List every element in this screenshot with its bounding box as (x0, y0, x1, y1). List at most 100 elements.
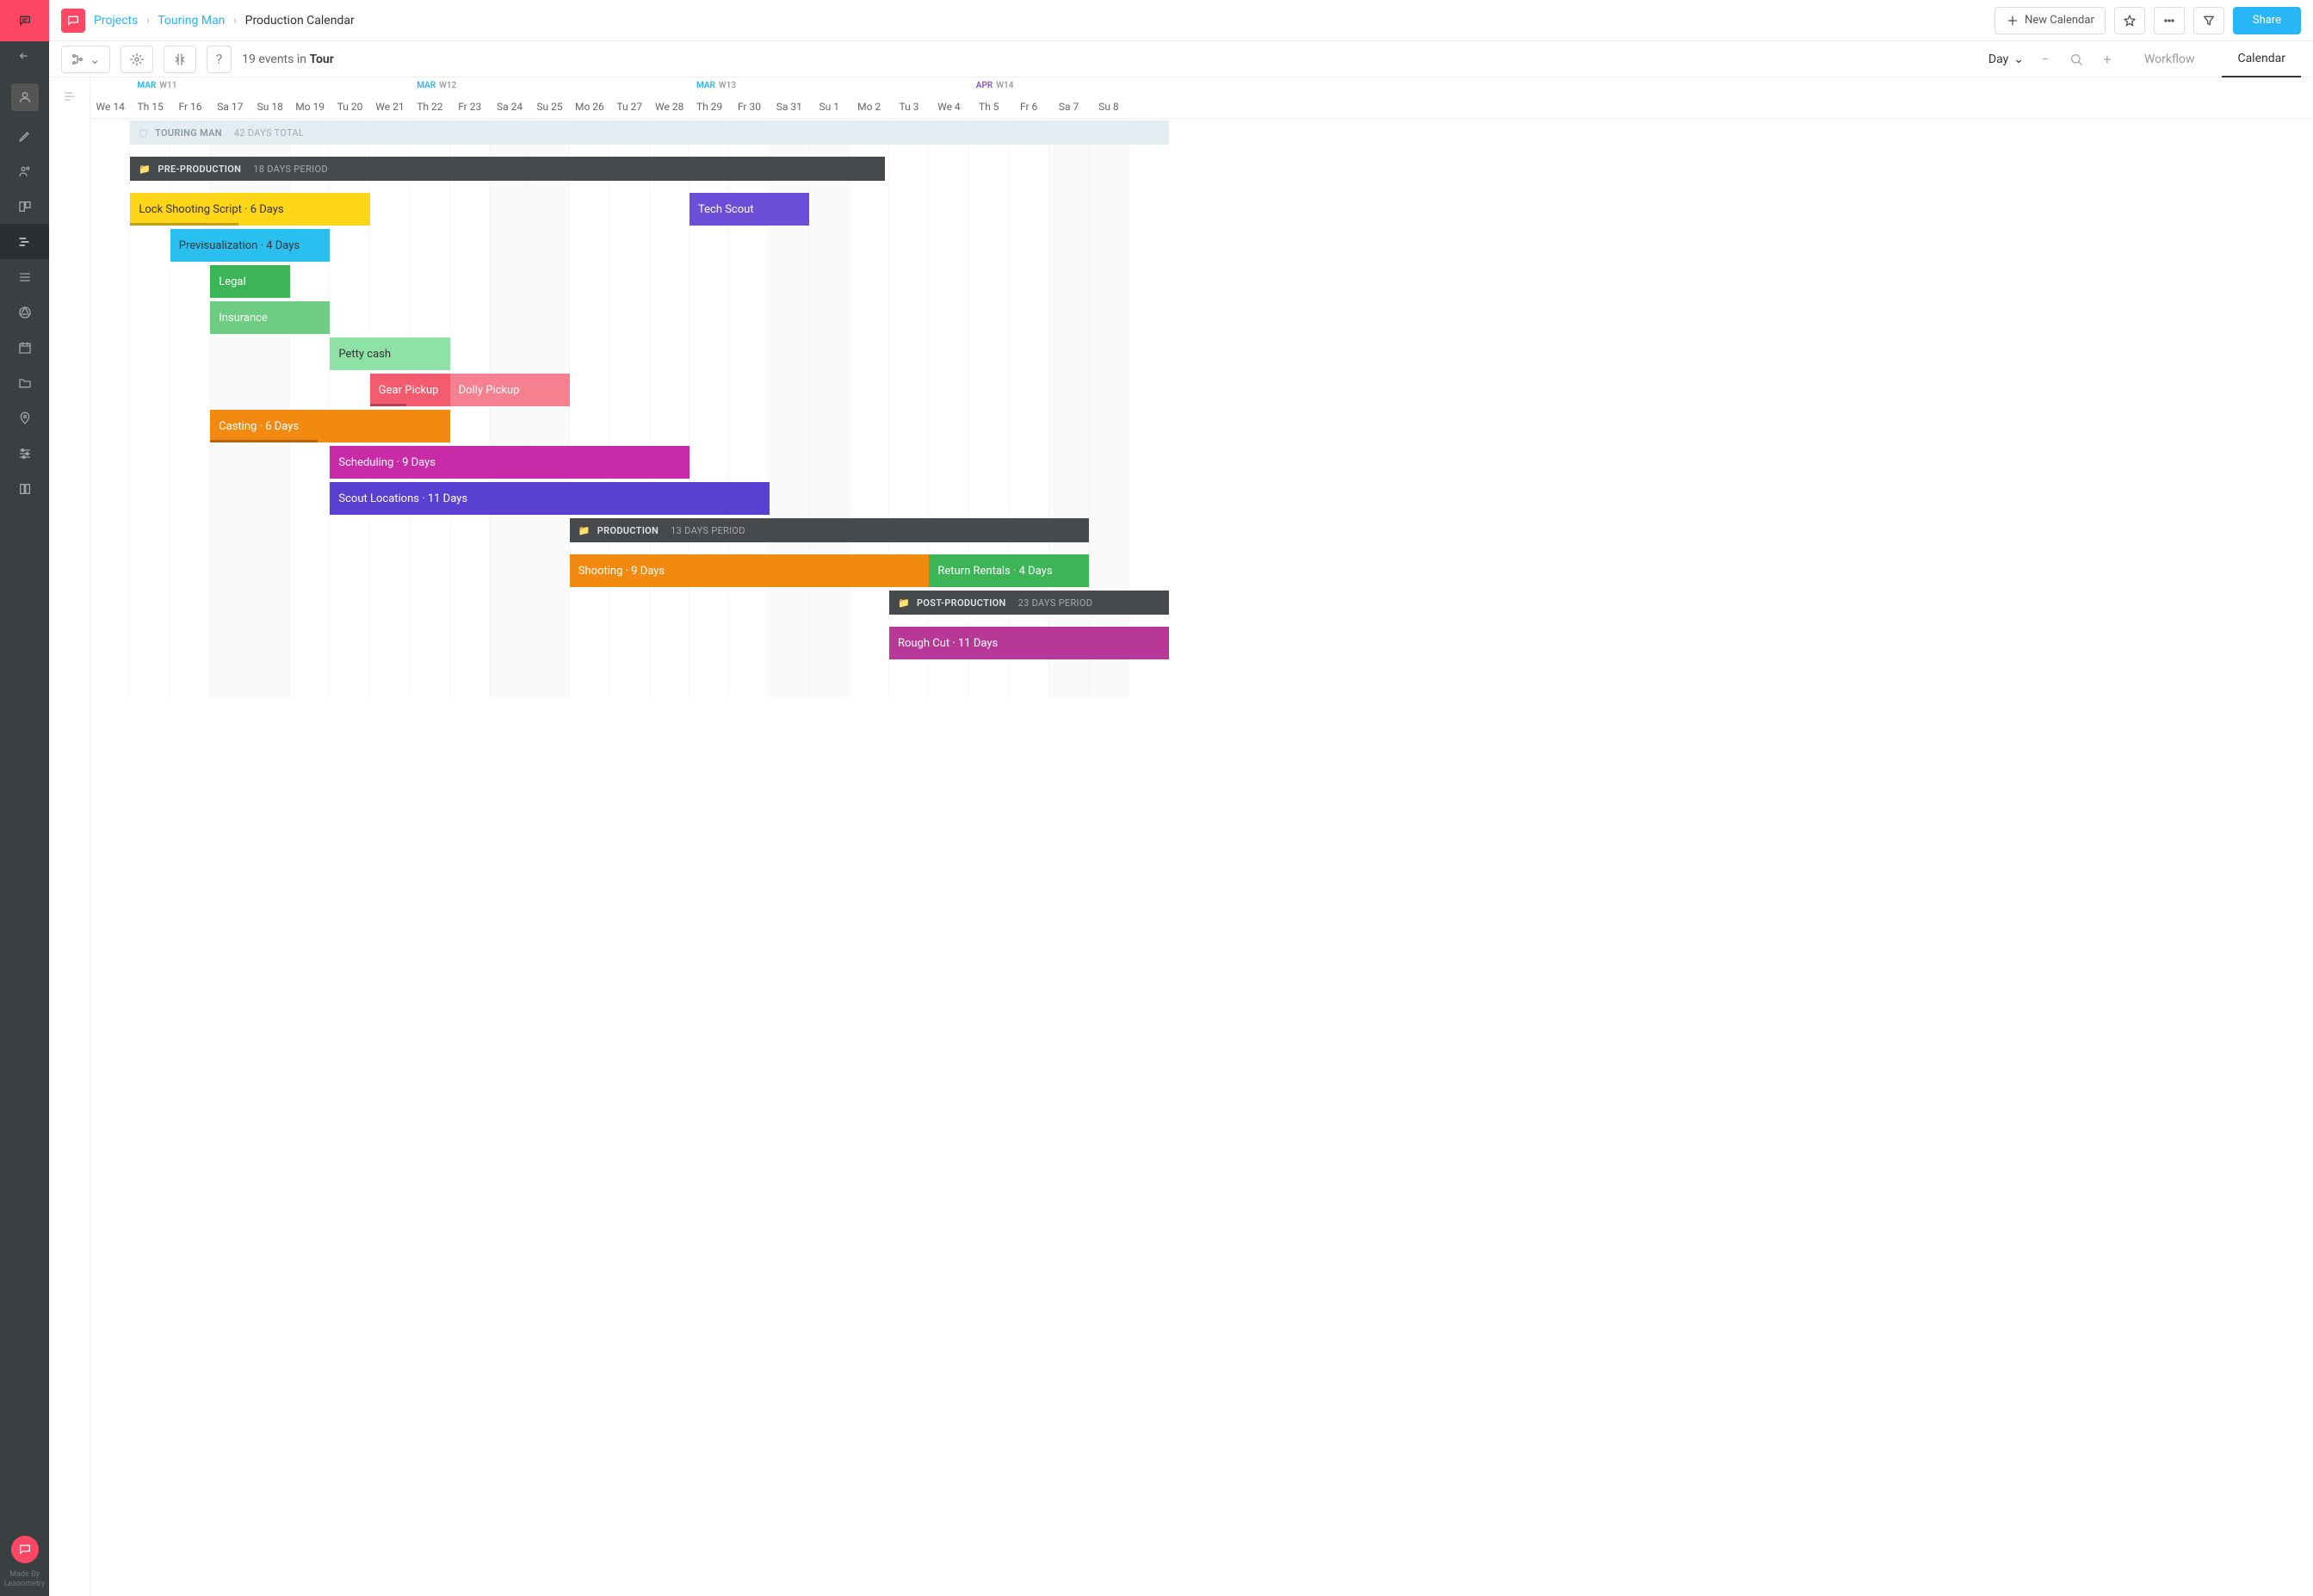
day-header: Tu 27 (609, 77, 649, 118)
day-selector[interactable]: Day ⌄ (1988, 53, 2024, 66)
day-column (809, 119, 849, 697)
week-label: MARW11 (137, 81, 176, 90)
day-header: Su 25 (529, 77, 569, 118)
day-header: We 4 (929, 77, 968, 118)
day-header: Fr 6 (1009, 77, 1048, 118)
week-label: MARW13 (696, 81, 736, 90)
more-button[interactable] (2154, 7, 2185, 34)
phase-bar[interactable]: 📁PRODUCTION13 DAYS PERIOD (570, 518, 1089, 542)
day-column (650, 119, 690, 697)
event-bar[interactable]: Scout Locations · 11 Days (330, 482, 769, 515)
event-bar[interactable]: Return Rentals · 4 Days (929, 554, 1089, 587)
chevron-right-icon: › (233, 14, 237, 28)
location-icon[interactable] (0, 400, 49, 436)
day-column (490, 119, 529, 697)
phase-bar[interactable]: 📁PRE-PRODUCTION18 DAYS PERIOD (130, 157, 885, 181)
edit-icon[interactable] (0, 118, 49, 153)
summary-bar[interactable]: ▢TOURING MAN42 DAYS TOTAL (130, 121, 1168, 145)
day-header: Sa 24 (490, 77, 529, 118)
chevron-right-icon: › (146, 14, 150, 28)
timeline-header: MARW11MARW12MARW13APRW14We 14Th 15Fr 16S… (90, 77, 2313, 119)
star-button[interactable] (2114, 7, 2145, 34)
event-bar[interactable]: Tech Scout (690, 193, 809, 226)
zoom-reset-button[interactable] (2067, 53, 2086, 66)
day-header: Sa 31 (770, 77, 809, 118)
event-bar[interactable]: Rough Cut · 11 Days (889, 627, 1169, 659)
event-bar[interactable]: Petty cash (330, 337, 449, 370)
calendar-icon[interactable] (0, 330, 49, 365)
day-column (450, 119, 490, 697)
week-label: MARW12 (417, 81, 456, 90)
breadcrumb-project[interactable]: Touring Man (158, 14, 225, 28)
day-column (529, 119, 569, 697)
event-bar[interactable]: Previsualization · 4 Days (170, 229, 331, 262)
event-bar[interactable]: Insurance (210, 301, 330, 334)
aperture-icon[interactable] (0, 294, 49, 330)
gantt-body: ▢TOURING MAN42 DAYS TOTAL 📁PRE-PRODUCTION… (90, 119, 2313, 697)
event-bar[interactable]: Legal (210, 265, 290, 298)
day-header: Su 8 (1089, 77, 1129, 118)
day-header: We 21 (370, 77, 410, 118)
sliders-icon[interactable] (0, 436, 49, 471)
zoom-in-button[interactable]: + (2098, 51, 2117, 67)
book-icon[interactable] (0, 471, 49, 506)
new-calendar-label: New Calendar (2025, 14, 2094, 27)
day-column (370, 119, 410, 697)
day-header: Tu 3 (889, 77, 929, 118)
day-header: Sa 7 (1048, 77, 1088, 118)
day-column (850, 119, 889, 697)
event-bar[interactable]: Casting · 6 Days (210, 410, 449, 442)
project-icon[interactable] (61, 9, 85, 33)
day-header: Mo 2 (849, 77, 888, 118)
timeline-icon[interactable] (0, 224, 49, 259)
folder-icon[interactable] (0, 365, 49, 400)
day-header: Sa 17 (210, 77, 250, 118)
avatar[interactable] (11, 84, 39, 111)
collapse-button[interactable] (164, 46, 196, 73)
event-bar[interactable]: Dolly Pickup (450, 374, 570, 406)
day-column (410, 119, 449, 697)
event-bar[interactable]: Gear Pickup (370, 374, 450, 406)
help-button[interactable]: ? (207, 46, 232, 73)
hierarchy-button[interactable]: ⌄ (61, 46, 110, 73)
event-bar[interactable]: Scheduling · 9 Days (330, 446, 690, 479)
toolbar: ⌄ ? 19 events in Tour Day ⌄ − + Workflow… (49, 41, 2313, 77)
event-bar[interactable]: Shooting · 9 Days (570, 554, 930, 587)
zoom-out-button[interactable]: − (2036, 51, 2055, 67)
timeline[interactable]: MARW11MARW12MARW13APRW14We 14Th 15Fr 16S… (90, 77, 2313, 1596)
left-rail: Made ByLeanometry (0, 0, 49, 1596)
day-header: Su 1 (809, 77, 849, 118)
board-icon[interactable] (0, 189, 49, 224)
share-label: Share (2253, 14, 2281, 27)
day-header: We 28 (649, 77, 689, 118)
tab-workflow[interactable]: Workflow (2129, 41, 2211, 77)
day-header: Tu 20 (330, 77, 369, 118)
day-header: Su 18 (250, 77, 290, 118)
day-column (570, 119, 609, 697)
filter-button[interactable] (2193, 7, 2224, 34)
chat-icon[interactable] (11, 1536, 39, 1563)
logo[interactable] (0, 0, 49, 41)
day-column (90, 119, 130, 697)
tab-calendar[interactable]: Calendar (2222, 41, 2301, 77)
chevron-down-icon: ⌄ (90, 52, 101, 67)
breadcrumb-projects[interactable]: Projects (94, 14, 138, 28)
day-column (609, 119, 649, 697)
phase-bar[interactable]: 📁POST-PRODUCTION23 DAYS PERIOD (889, 591, 1169, 615)
share-button[interactable]: Share (2233, 7, 2301, 34)
breadcrumb-current: Production Calendar (245, 14, 355, 28)
event-bar[interactable]: Lock Shooting Script · 6 Days (130, 193, 369, 226)
back-icon[interactable] (0, 41, 49, 77)
people-icon[interactable] (0, 153, 49, 189)
made-by-label: Made ByLeanometry (4, 1570, 46, 1589)
chevron-down-icon: ⌄ (2013, 53, 2024, 66)
settings-button[interactable] (121, 46, 153, 73)
list-icon[interactable] (0, 259, 49, 294)
day-header: Mo 26 (570, 77, 609, 118)
day-header: Mo 19 (290, 77, 330, 118)
row-toggle-gutter[interactable] (49, 77, 90, 1596)
topbar: Projects › Touring Man › Production Cale… (49, 0, 2313, 41)
day-header: We 14 (90, 77, 130, 118)
events-count-label: 19 events in Tour (242, 53, 334, 66)
new-calendar-button[interactable]: New Calendar (1994, 7, 2106, 34)
